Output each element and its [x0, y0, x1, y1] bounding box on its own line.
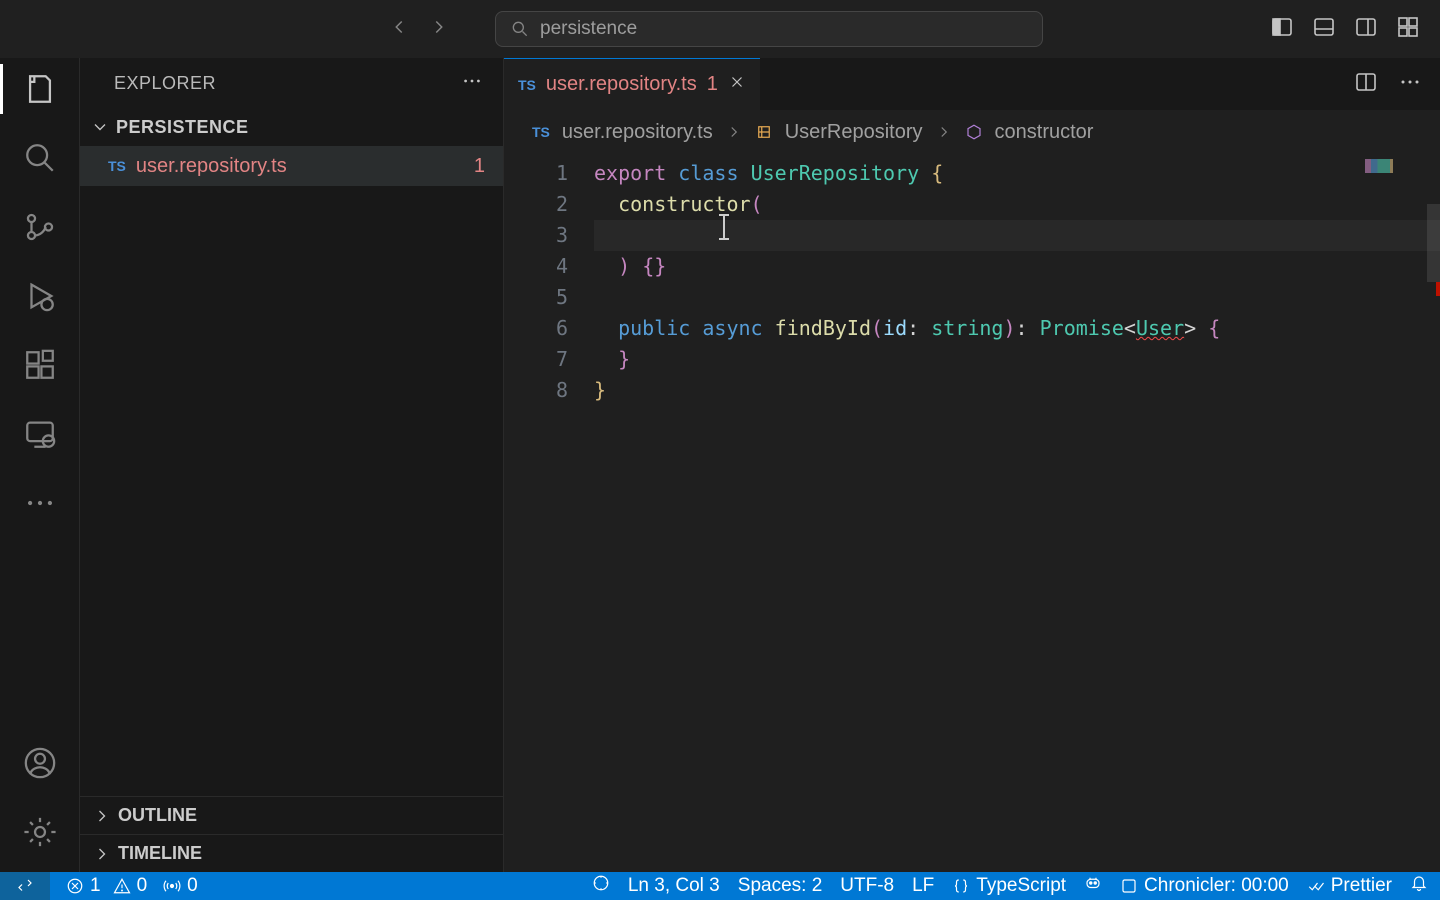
explorer-header: EXPLORER [80, 58, 503, 108]
warning-count: 0 [137, 875, 148, 897]
file-error-count: 1 [474, 155, 485, 178]
double-check-icon [1307, 877, 1325, 895]
tab-error-count: 1 [707, 73, 718, 96]
outline-section[interactable]: OUTLINE [80, 796, 503, 834]
breadcrumb[interactable]: TS user.repository.ts UserRepository con… [504, 110, 1440, 154]
ports-button[interactable]: 0 [163, 875, 198, 897]
file-lang-badge: TS [108, 158, 126, 174]
language-mode[interactable]: TypeScript [952, 875, 1066, 897]
editor-tabs: TS user.repository.ts 1 [504, 58, 1440, 110]
class-icon [755, 123, 773, 141]
extensions-icon[interactable] [23, 348, 57, 387]
file-name: user.repository.ts [136, 155, 287, 178]
text-cursor-icon [718, 216, 730, 238]
tab-close-button[interactable] [728, 73, 746, 97]
chevron-right-icon [92, 806, 112, 826]
problems-button[interactable]: 1 0 [66, 875, 147, 897]
settings-gear-icon[interactable] [23, 815, 57, 854]
activity-bar [0, 58, 80, 872]
eol[interactable]: LF [912, 875, 934, 897]
code-content: export class UserRepository { constructo… [594, 154, 1440, 872]
split-editor-icon[interactable] [1354, 70, 1378, 99]
chronicler-button[interactable]: Chronicler: 00:00 [1120, 875, 1289, 897]
file-row[interactable]: TS user.repository.ts 1 [80, 146, 503, 186]
tab-lang-badge: TS [518, 77, 536, 93]
title-bar: persistence [0, 0, 1440, 58]
chevron-down-icon [90, 117, 110, 137]
toggle-secondary-sidebar-icon[interactable] [1354, 15, 1378, 44]
method-icon [965, 123, 983, 141]
breadcrumb-file: user.repository.ts [562, 121, 713, 144]
timeline-label: TIMELINE [118, 843, 202, 864]
search-text: persistence [540, 18, 637, 40]
nav-back-icon[interactable] [388, 16, 410, 43]
bell-icon[interactable] [1410, 874, 1428, 898]
overflow-icon[interactable] [23, 486, 57, 525]
copilot-icon[interactable] [1084, 874, 1102, 898]
remote-explorer-icon[interactable] [23, 417, 57, 456]
search-activity-icon[interactable] [23, 141, 57, 180]
folder-name: PERSISTENCE [116, 117, 249, 138]
nav-forward-icon[interactable] [428, 16, 450, 43]
run-debug-icon[interactable] [23, 279, 57, 318]
status-bar: 1 0 0 Ln 3, Col 3 Spaces: 2 UTF-8 LF Typ… [0, 872, 1440, 900]
compass-icon[interactable] [592, 874, 610, 898]
search-icon [510, 19, 530, 39]
customize-layout-icon[interactable] [1396, 15, 1420, 44]
folder-header[interactable]: PERSISTENCE [80, 108, 503, 146]
breadcrumb-lang-badge: TS [532, 124, 550, 140]
explorer-more-icon[interactable] [461, 70, 483, 97]
prettier-button[interactable]: Prettier [1307, 875, 1392, 897]
warning-icon [113, 877, 131, 895]
broadcast-icon [163, 877, 181, 895]
ports-count: 0 [187, 875, 198, 897]
indentation[interactable]: Spaces: 2 [738, 875, 823, 897]
editor-more-icon[interactable] [1398, 70, 1422, 99]
accounts-icon[interactable] [23, 746, 57, 785]
cursor-position[interactable]: Ln 3, Col 3 [628, 875, 720, 897]
explorer-title: EXPLORER [114, 73, 216, 94]
editor-tab[interactable]: TS user.repository.ts 1 [504, 58, 760, 110]
tab-file-name: user.repository.ts [546, 73, 697, 96]
encoding[interactable]: UTF-8 [840, 875, 894, 897]
minimap[interactable] [1365, 159, 1427, 173]
record-icon [1120, 877, 1138, 895]
chevron-right-icon [935, 123, 953, 141]
timeline-section[interactable]: TIMELINE [80, 834, 503, 872]
error-count: 1 [90, 875, 101, 897]
remote-button[interactable] [0, 872, 50, 900]
explorer-sidebar: EXPLORER PERSISTENCE TS user.repository.… [80, 58, 504, 872]
editor-area: TS user.repository.ts 1 TS user.reposito… [504, 58, 1440, 872]
chevron-right-icon [92, 844, 112, 864]
line-gutter: 1 2 3 4 5 6 7 8 [504, 154, 594, 872]
source-control-icon[interactable] [23, 210, 57, 249]
error-marker[interactable] [1436, 282, 1440, 296]
toggle-primary-sidebar-icon[interactable] [1270, 15, 1294, 44]
braces-icon [952, 877, 970, 895]
code-editor[interactable]: 1 2 3 4 5 6 7 8 export class UserReposit… [504, 154, 1440, 872]
command-center-search[interactable]: persistence [495, 11, 1043, 47]
outline-label: OUTLINE [118, 805, 197, 826]
error-icon [66, 877, 84, 895]
breadcrumb-member: constructor [995, 121, 1094, 144]
explorer-icon[interactable] [23, 72, 57, 111]
chevron-right-icon [725, 123, 743, 141]
breadcrumb-class: UserRepository [785, 121, 923, 144]
toggle-panel-icon[interactable] [1312, 15, 1336, 44]
scrollbar-thumb[interactable] [1427, 204, 1440, 282]
